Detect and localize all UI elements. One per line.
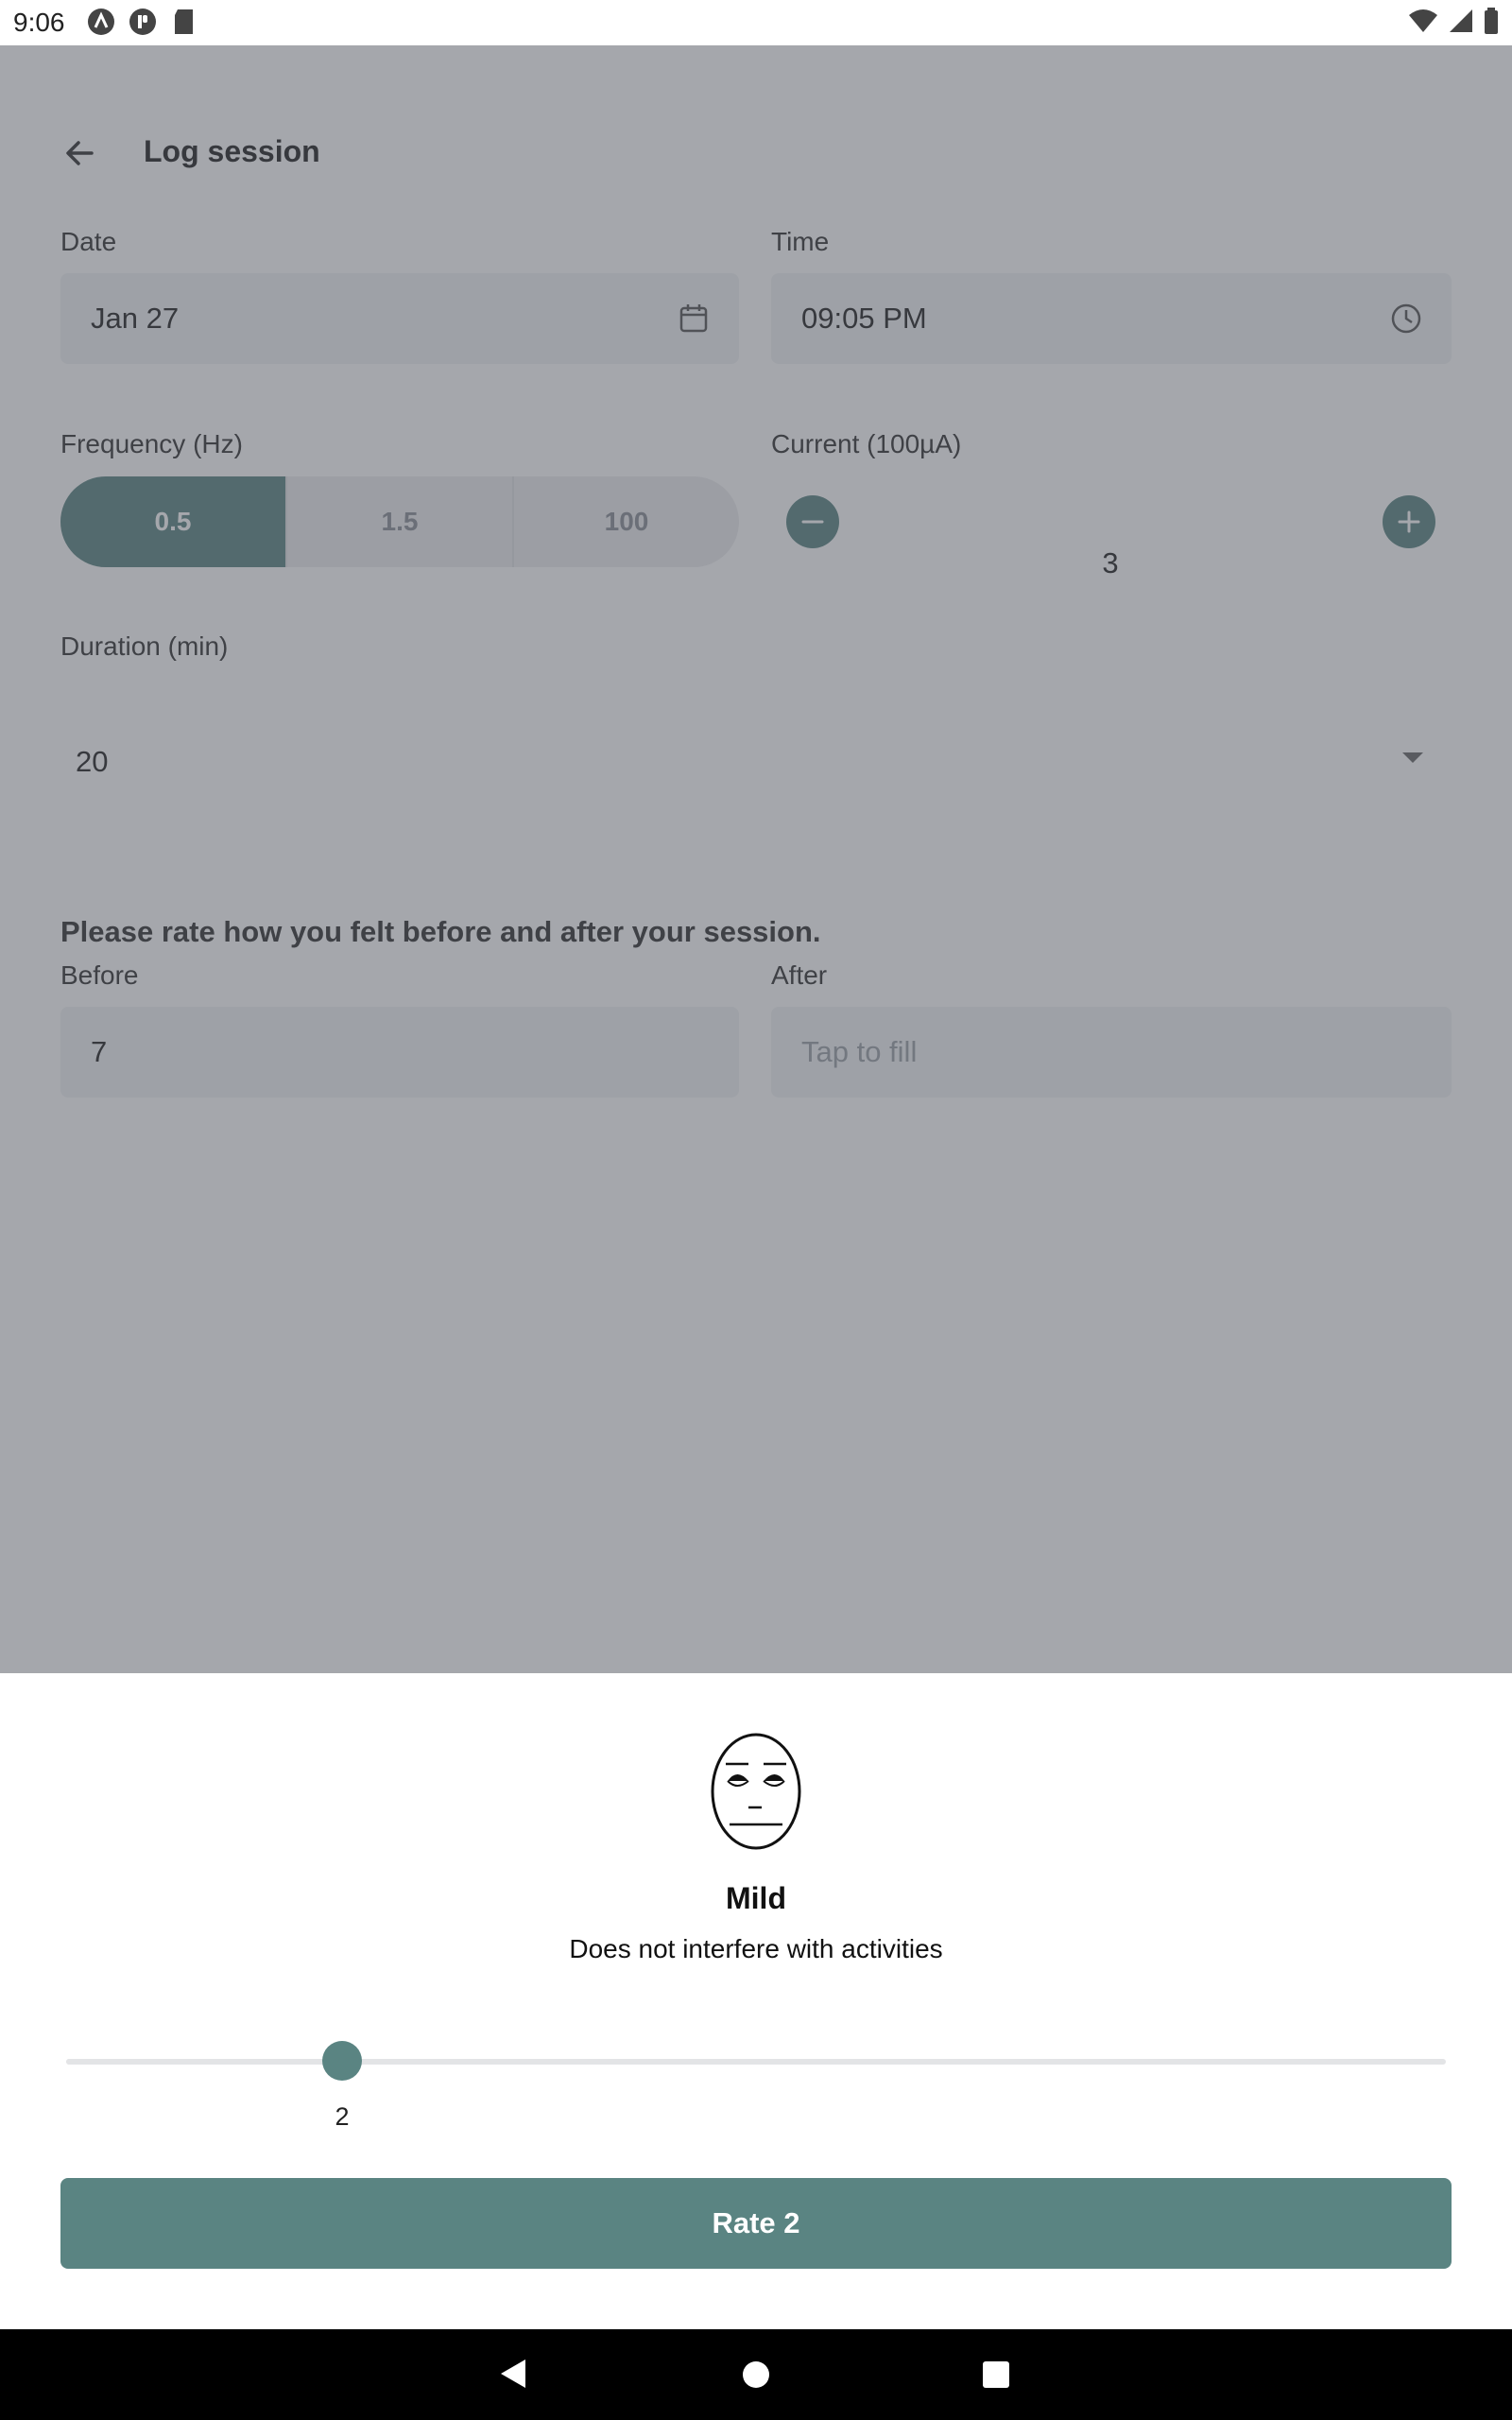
after-field[interactable]: Tap to fill <box>771 1007 1452 1098</box>
time-label: Time <box>771 227 830 256</box>
before-label: Before <box>60 960 139 990</box>
log-session-screen: Log session Date Jan 27 Time 09:05 PM Fr… <box>0 45 1512 1673</box>
back-triangle-icon[interactable] <box>499 2358 529 2394</box>
rating-title: Mild <box>726 1881 786 1915</box>
duration-dropdown[interactable]: 20 <box>60 717 1452 807</box>
frequency-label: Frequency (Hz) <box>60 429 243 458</box>
current-increment-button[interactable] <box>1383 495 1435 548</box>
page-title: Log session <box>144 134 320 168</box>
current-value: 3 <box>1102 546 1119 579</box>
frequency-option-100[interactable]: 100 <box>514 476 739 567</box>
sd-card-icon <box>170 8 198 36</box>
chevron-down-icon <box>1402 752 1423 763</box>
rating-slider[interactable] <box>66 2041 1446 2081</box>
slider-value-label: 2 <box>335 2102 350 2131</box>
status-bar: 9:06 <box>0 0 1512 45</box>
a-icon <box>87 8 115 36</box>
recents-square-icon[interactable] <box>983 2361 1009 2388</box>
wifi-icon <box>1408 8 1438 39</box>
slider-fill <box>66 2059 342 2065</box>
battery-icon <box>1484 8 1499 39</box>
rating-bottom-sheet: Mild Does not interfere with activities … <box>0 1673 1512 2329</box>
before-value: 7 <box>91 1035 108 1068</box>
arrow-left-icon <box>66 141 94 165</box>
minus-icon <box>801 520 824 524</box>
date-value: Jan 27 <box>91 302 180 335</box>
duration-value: 20 <box>76 745 109 778</box>
system-nav-bar <box>0 2329 1512 2420</box>
slider-thumb[interactable] <box>322 2041 362 2081</box>
date-field[interactable]: Jan 27 <box>60 273 739 364</box>
rate-button[interactable]: Rate 2 <box>60 2178 1452 2269</box>
time-value: 09:05 PM <box>801 302 927 335</box>
rating-prompt: Please rate how you felt before and afte… <box>60 915 821 948</box>
date-label: Date <box>60 227 117 256</box>
back-button[interactable] <box>60 134 98 172</box>
frequency-selector: 0.5 1.5 100 <box>60 476 739 567</box>
after-placeholder: Tap to fill <box>801 1035 918 1068</box>
before-field[interactable]: 7 <box>60 1007 739 1098</box>
duration-label: Duration (min) <box>60 631 229 661</box>
p-icon <box>129 8 157 36</box>
frequency-option-0-5[interactable]: 0.5 <box>60 476 287 567</box>
current-decrement-button[interactable] <box>786 495 839 548</box>
signal-icon <box>1448 8 1474 39</box>
plus-icon <box>1398 510 1420 533</box>
time-field[interactable]: 09:05 PM <box>771 273 1452 364</box>
after-label: After <box>771 960 828 990</box>
frequency-option-1-5[interactable]: 1.5 <box>287 476 514 567</box>
current-label: Current (100µA) <box>771 429 962 458</box>
status-time: 9:06 <box>13 8 65 37</box>
clock-icon <box>1391 303 1421 334</box>
home-circle-icon[interactable] <box>743 2361 769 2388</box>
rating-description: Does not interfere with activities <box>569 1934 943 1963</box>
calendar-icon <box>679 304 708 333</box>
neutral-face-icon <box>711 1733 801 1850</box>
